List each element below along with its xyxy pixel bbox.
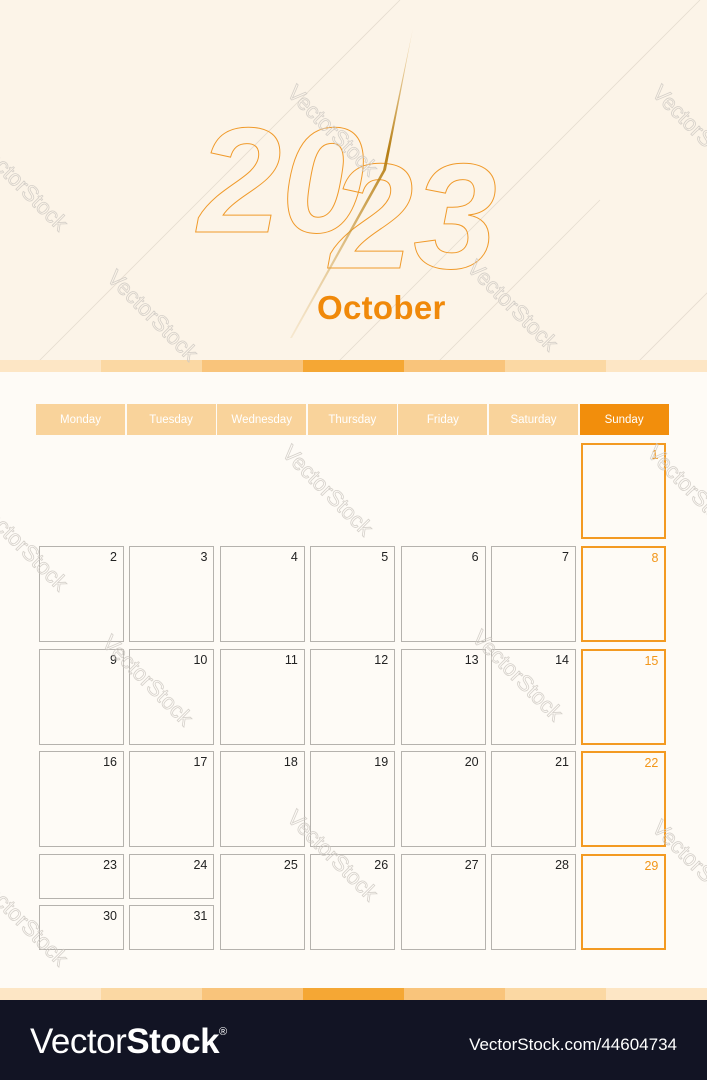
weekday-wednesday: Wednesday bbox=[217, 404, 307, 435]
day-cell[interactable]: 3 bbox=[129, 546, 215, 642]
day-number: 20 bbox=[464, 755, 479, 769]
weekday-monday: Monday bbox=[36, 404, 125, 435]
day-cell[interactable]: 12 bbox=[310, 648, 396, 745]
day-number: 17 bbox=[193, 755, 208, 769]
day-number: 24 bbox=[193, 857, 208, 872]
registered-mark: ® bbox=[219, 1026, 227, 1038]
stripe-segment bbox=[505, 988, 606, 1000]
day-cell[interactable]: 5 bbox=[310, 546, 396, 642]
day-cell[interactable]: 24 bbox=[129, 853, 215, 899]
day-number: 2 bbox=[110, 550, 117, 564]
day-cell[interactable]: 6 bbox=[400, 546, 486, 642]
day-number: 22 bbox=[644, 756, 659, 770]
weekday-sunday: Sunday bbox=[579, 404, 669, 435]
weekday-saturday: Saturday bbox=[489, 404, 578, 435]
day-number: 21 bbox=[555, 755, 569, 769]
weekday-friday: Friday bbox=[398, 404, 488, 435]
day-number: 12 bbox=[374, 652, 389, 667]
day-cell[interactable]: 15 bbox=[581, 648, 667, 745]
stripe-segment bbox=[303, 988, 404, 1000]
day-number: 7 bbox=[562, 550, 569, 564]
day-cell[interactable]: 8 bbox=[581, 546, 667, 642]
day-cell[interactable]: 23 bbox=[39, 853, 124, 899]
decorative-stripe-top bbox=[0, 360, 707, 372]
logo-light-text: Vector bbox=[30, 1022, 127, 1061]
day-number: 10 bbox=[193, 652, 208, 667]
day-cell[interactable]: 11 bbox=[219, 648, 305, 745]
day-cell[interactable]: 21 bbox=[491, 751, 576, 847]
day-cell[interactable]: 25 bbox=[219, 853, 305, 950]
stripe-segment bbox=[202, 360, 303, 372]
stripe-segment bbox=[303, 360, 404, 372]
day-cell[interactable]: 4 bbox=[219, 546, 305, 642]
day-cell[interactable]: 29 bbox=[581, 853, 667, 950]
stripe-segment bbox=[606, 360, 707, 372]
day-cell[interactable]: 20 bbox=[400, 751, 486, 847]
day-number: 14 bbox=[555, 652, 569, 667]
weekday-tuesday: Tuesday bbox=[126, 404, 216, 435]
month-title: October bbox=[317, 289, 446, 326]
day-cell[interactable]: 16 bbox=[39, 751, 124, 847]
day-number: 27 bbox=[464, 857, 479, 872]
day-number: 16 bbox=[103, 755, 117, 769]
day-cell[interactable]: 31 bbox=[129, 904, 215, 950]
day-number: 3 bbox=[200, 550, 208, 564]
day-number: 19 bbox=[374, 755, 389, 769]
day-number: 31 bbox=[193, 908, 208, 923]
day-number: 6 bbox=[471, 550, 479, 564]
image-url: VectorStock.com/44604734 bbox=[469, 1035, 677, 1054]
day-number: 25 bbox=[283, 857, 298, 872]
day-cell[interactable]: 13 bbox=[400, 648, 486, 745]
day-number: 11 bbox=[284, 652, 298, 667]
day-number: 4 bbox=[290, 550, 298, 564]
day-cell[interactable]: 28 bbox=[491, 853, 576, 950]
stripe-segment bbox=[505, 360, 606, 372]
stripe-segment bbox=[101, 988, 202, 1000]
stripe-segment bbox=[404, 988, 505, 1000]
day-number: 15 bbox=[644, 653, 659, 668]
stripe-segment bbox=[404, 360, 505, 372]
day-number: 26 bbox=[374, 857, 389, 872]
day-cell[interactable]: 27 bbox=[400, 853, 486, 950]
day-number: 13 bbox=[464, 652, 479, 667]
day-number: 5 bbox=[381, 550, 389, 564]
day-cell[interactable]: 7 bbox=[491, 546, 576, 642]
day-number: 23 bbox=[103, 857, 117, 872]
day-cell[interactable]: 17 bbox=[129, 751, 215, 847]
day-number: 18 bbox=[283, 755, 298, 769]
weekday-thursday: Thursday bbox=[307, 404, 397, 435]
logo-bold-text: Stock bbox=[126, 1022, 220, 1061]
day-number: 30 bbox=[103, 908, 117, 923]
stripe-segment bbox=[0, 988, 101, 1000]
stripe-segment bbox=[606, 988, 707, 1000]
vectorstock-logo: VectorStock® bbox=[30, 1022, 227, 1062]
day-number: 8 bbox=[651, 551, 659, 565]
day-number: 28 bbox=[555, 857, 569, 872]
stripe-segment bbox=[202, 988, 303, 1000]
stripe-segment bbox=[0, 360, 101, 372]
day-number: 29 bbox=[644, 858, 659, 873]
decorative-stripe-bottom bbox=[0, 988, 707, 1000]
